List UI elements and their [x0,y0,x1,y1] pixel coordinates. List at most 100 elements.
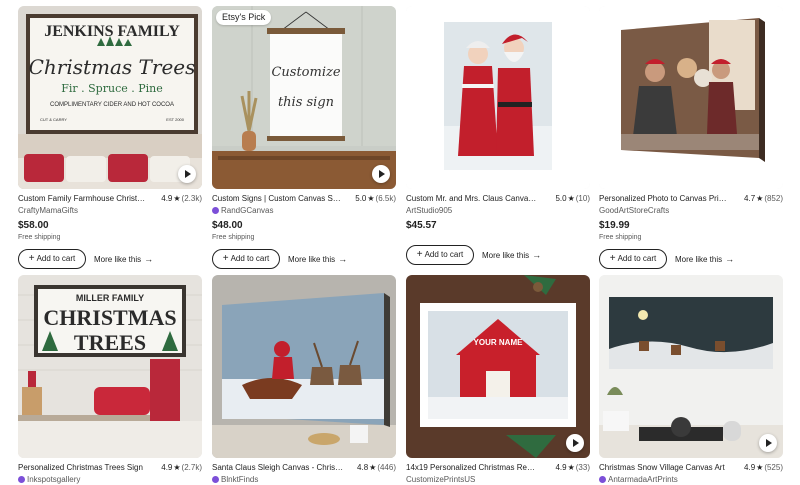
star-icon: ★ [173,194,181,203]
add-to-cart-button[interactable]: + Add to cart [599,249,667,269]
shop-name[interactable]: BlnktFinds [212,474,396,485]
star-icon: ★ [756,463,764,472]
shop-name[interactable]: ArtStudio905 [406,205,590,216]
listing-rating: 5.0★(10) [555,194,590,203]
shop-avatar-icon [599,476,606,483]
add-to-cart-button[interactable]: + Add to cart [212,249,280,269]
shop-name[interactable]: CraftyMamaGifts [18,205,202,216]
sign-family-name: MILLER FAMILY [76,293,144,303]
listing-info: Christmas Snow Village Canvas Art 4.9★(5… [599,462,783,485]
star-icon: ★ [369,463,377,472]
listing-price: $19.99 [599,220,630,231]
listing-title[interactable]: Santa Claus Sleigh Canvas - Christmas Wa… [212,462,344,474]
shipping-label: Free shipping [18,234,61,241]
listing-image[interactable] [599,275,783,458]
sign-left-text: CUT & CARRY [40,117,67,122]
listing-price: $48.00 [212,220,243,231]
listing-image[interactable] [599,6,783,189]
sign-subtitle: COMPLIMENTARY CIDER AND HOT COCOA [50,102,174,108]
sign-line-2: TREES [74,330,146,355]
star-icon: ★ [567,463,575,472]
plus-icon: + [222,253,229,264]
play-video-icon[interactable] [178,165,196,183]
listing-rating: 4.7★(852) [744,194,783,203]
family-photo-canvas-image [599,6,783,189]
listing-info: Custom Mr. and Mrs. Claus Canvas Print 5… [406,193,590,265]
listing-title[interactable]: Personalized Christmas Trees Sign [18,462,150,474]
more-like-this-link[interactable]: More like this → [675,253,734,266]
shop-name[interactable]: GoodArtStoreCrafts [599,205,783,216]
snow-village-canvas-image [599,275,783,458]
shop-avatar-icon [18,476,25,483]
listing-info: Custom Signs | Custom Canvas Scroll Sign… [212,193,396,269]
arrow-right-icon: → [144,254,154,264]
play-video-icon[interactable] [759,434,777,452]
barn-name-text: YOUR NAME [474,338,524,347]
listing-rating: 4.9★(33) [555,463,590,472]
listing-title[interactable]: 14x19 Personalized Christmas Red Barn Pr… [406,462,538,474]
shop-name[interactable]: CustomizePrintsUS [406,474,590,485]
arrow-right-icon: → [532,250,542,260]
scroll-line-1: Customize [271,65,340,80]
red-barn-print-image: YOUR NAME [406,275,590,458]
arrow-right-icon: → [725,254,735,264]
more-like-this-link[interactable]: More like this → [94,253,153,266]
listing-grid: JENKINS FAMILY Christmas Trees Fir . Spr… [0,0,800,485]
listing-rating: 5.0★(6.5k) [355,194,396,203]
listing-image[interactable]: JENKINS FAMILY Christmas Trees Fir . Spr… [18,6,202,189]
scroll-line-2: this sign [278,95,334,110]
star-icon: ★ [756,194,764,203]
shop-avatar-icon [212,207,219,214]
star-icon: ★ [567,194,575,203]
more-like-this-link[interactable]: More like this → [288,253,347,266]
shop-name[interactable]: RandGCanvas [212,205,396,216]
play-video-icon[interactable] [372,165,390,183]
listing-info: Santa Claus Sleigh Canvas - Christmas Wa… [212,462,396,485]
plus-icon: + [28,253,35,264]
christmas-trees-sign-image: MILLER FAMILY CHRISTMAS TREES [18,275,202,458]
shop-avatar-icon [212,476,219,483]
plus-icon: + [609,253,616,264]
sign-right-text: EST 2000 [166,117,184,122]
shipping-label: Free shipping [212,234,255,241]
listing-image[interactable]: YOUR NAME [406,275,590,458]
listing-rating: 4.9★(525) [744,463,783,472]
listing-info: 14x19 Personalized Christmas Red Barn Pr… [406,462,590,485]
listing-rating: 4.9★(2.7k) [161,463,202,472]
listing-title[interactable]: Personalized Photo to Canvas Print Gift [599,193,731,205]
shop-name[interactable]: Inkspotsgallery [18,474,202,485]
listing-title[interactable]: Custom Signs | Custom Canvas Scroll Sign [212,193,344,205]
etsys-pick-badge: Etsy's Pick [216,10,272,25]
farmhouse-sign-image: JENKINS FAMILY Christmas Trees Fir . Spr… [18,6,202,189]
listing-info: Personalized Christmas Trees Sign 4.9★(2… [18,462,202,485]
add-to-cart-button[interactable]: + Add to cart [18,249,86,269]
play-video-icon[interactable] [566,434,584,452]
sign-script-text: Christmas Trees [29,55,196,79]
listing-image[interactable]: MILLER FAMILY CHRISTMAS TREES [18,275,202,458]
mr-mrs-claus-image [406,6,590,189]
listing-rating: 4.8★(446) [357,463,396,472]
listing-title[interactable]: Custom Family Farmhouse Christmas Tree F… [18,193,150,205]
listing-info: Custom Family Farmhouse Christmas Tree F… [18,193,202,269]
canvas-scroll-image: Customize this sign [212,6,396,189]
santa-sleigh-canvas-image [212,275,396,458]
listing-image[interactable]: Customize this sign Etsy's Pick [212,6,396,189]
star-icon: ★ [173,463,181,472]
more-like-this-link[interactable]: More like this → [482,249,541,262]
sign-tree-types: Fir . Spruce . Pine [61,82,163,95]
listing-info: Personalized Photo to Canvas Print Gift … [599,193,783,269]
shop-name[interactable]: AntarmadaArtPrints [599,474,783,485]
star-icon: ★ [367,194,375,203]
shipping-label: Free shipping [599,234,642,241]
listing-price: $58.00 [18,220,49,231]
arrow-right-icon: → [338,254,348,264]
listing-rating: 4.9★(2.3k) [161,194,202,203]
add-to-cart-button[interactable]: + Add to cart [406,245,474,265]
listing-price: $45.57 [406,220,437,231]
listing-image[interactable] [406,6,590,189]
listing-title[interactable]: Custom Mr. and Mrs. Claus Canvas Print [406,193,538,205]
listing-image[interactable] [212,275,396,458]
sign-line-1: CHRISTMAS [43,305,176,330]
listing-title[interactable]: Christmas Snow Village Canvas Art [599,462,731,474]
sign-family-name: JENKINS FAMILY [44,23,180,40]
